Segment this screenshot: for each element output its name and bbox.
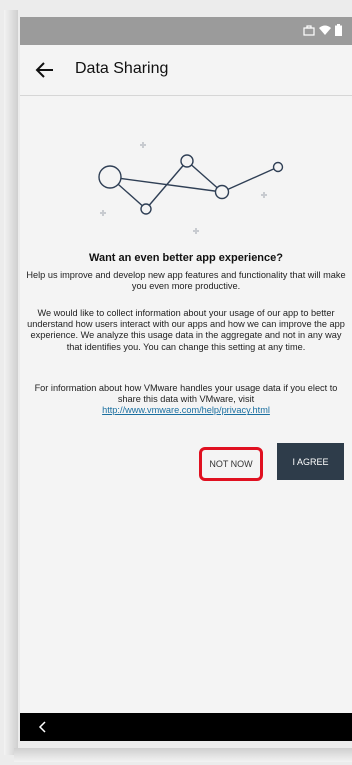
device-shadow: [4, 10, 18, 755]
privacy-link[interactable]: http://www.vmware.com/help/privacy.html: [24, 405, 348, 416]
status-icons: [303, 23, 342, 37]
agree-button[interactable]: I AGREE: [277, 443, 344, 480]
nav-back-icon[interactable]: [38, 721, 48, 733]
battery-icon: [335, 24, 342, 36]
device-shadow: [14, 748, 352, 762]
network-illustration: [98, 142, 284, 234]
briefcase-icon: [303, 24, 315, 36]
back-arrow-icon[interactable]: [34, 59, 56, 81]
content-area: Want an even better app experience? Help…: [20, 96, 352, 713]
status-bar: [20, 17, 352, 45]
usage-paragraph: We would like to collect information abo…: [27, 308, 345, 352]
phone-screen: Data Sharing Want an even better app exp…: [20, 17, 352, 741]
navigation-bar: [20, 713, 352, 741]
privacy-text: For information about how VMware handles…: [34, 383, 338, 405]
not-now-button[interactable]: NOT NOW: [199, 447, 263, 481]
heading: Want an even better app experience?: [89, 252, 283, 264]
privacy-paragraph: For information about how VMware handles…: [24, 383, 348, 417]
page-title: Data Sharing: [75, 60, 169, 77]
app-bar: Data Sharing: [20, 45, 352, 96]
intro-paragraph: Help us improve and develop new app feat…: [26, 270, 346, 292]
wifi-icon: [319, 25, 331, 35]
